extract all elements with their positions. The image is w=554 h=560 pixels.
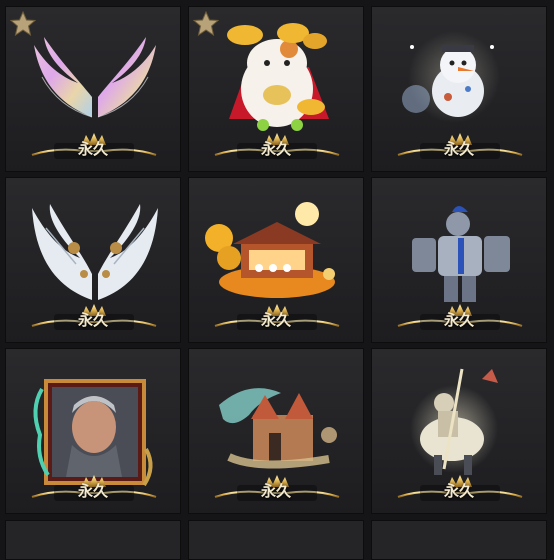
item-slot-snowman[interactable]: 永久 <box>371 6 547 172</box>
item-slot-rainbow-angel-wings[interactable]: 永久 <box>5 6 181 172</box>
duration-label: 永久 <box>77 140 108 158</box>
item-slot-silver-knight[interactable]: 永久 <box>371 177 547 343</box>
item-slot-partial[interactable] <box>371 520 547 560</box>
duration-label: 永久 <box>260 140 291 158</box>
duration-label: 永久 <box>260 311 291 329</box>
duration-label: 永久 <box>443 482 474 500</box>
favorite-star-icon[interactable] <box>193 11 219 37</box>
item-slot-mechanical-wings[interactable]: 永久 <box>5 177 181 343</box>
duration-label: 永久 <box>443 140 474 158</box>
duration-label: 永久 <box>77 482 108 500</box>
duration-label: 永久 <box>77 311 108 329</box>
item-slot-dragon-castle[interactable]: 永久 <box>188 348 364 514</box>
item-slot-moon-festival-house[interactable]: 永久 <box>188 177 364 343</box>
item-slot-partial[interactable] <box>5 520 181 560</box>
inventory-grid: 永久 永久 永久 永久 永久 永久 永久 永久 永久 <box>0 0 554 560</box>
duration-label: 永久 <box>260 482 291 500</box>
item-slot-lucky-cat[interactable]: 永久 <box>188 6 364 172</box>
item-slot-mounted-knight[interactable]: 永久 <box>371 348 547 514</box>
item-slot-portrait-frame[interactable]: 永久 <box>5 348 181 514</box>
favorite-star-icon[interactable] <box>10 11 36 37</box>
duration-label: 永久 <box>443 311 474 329</box>
item-slot-partial[interactable] <box>188 520 364 560</box>
